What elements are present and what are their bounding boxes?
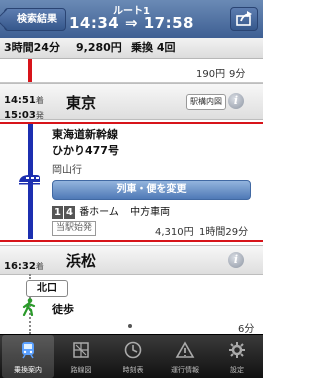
share-button[interactable] (230, 7, 258, 31)
tab-service-info[interactable]: 運行情報 (159, 335, 211, 378)
walk-time: 6分 (238, 324, 255, 335)
service-info-icon (175, 341, 195, 358)
share-icon (236, 11, 252, 26)
train-duration: 1時間29分 (199, 227, 249, 238)
route-time-range: 14:34 ⇒ 17:58 (68, 14, 194, 32)
transfer-count: 乗換 4回 (131, 41, 176, 54)
car-position: 中方車両 (130, 207, 171, 218)
route-map-icon (73, 342, 89, 358)
previous-segment-row: 190円 9分 (0, 59, 263, 83)
info-icon[interactable]: i (228, 252, 244, 268)
platform-suffix: 番ホーム (79, 207, 119, 218)
tab-bar: 乗換案内 路線図 時刻表 運行情報 設定 (0, 334, 263, 378)
station-name-tokyo: 東京 (66, 94, 97, 112)
page-indicator-dot (128, 324, 132, 328)
selected-segment-border-top (0, 122, 263, 124)
platform-digit-1: 1 (52, 206, 63, 219)
tab-timetable[interactable]: 時刻表 (107, 335, 159, 378)
train-destination: 岡山行 (52, 165, 82, 176)
total-duration: 3時間24分 (4, 41, 60, 54)
station-row-tokyo[interactable]: 14:51着 15:03発 東京 駅構内図 i (0, 83, 263, 121)
selected-segment-border-bottom (0, 240, 263, 242)
tab-transfer-guide[interactable]: 乗換案内 (2, 335, 54, 378)
previous-segment-time: 9分 (229, 69, 246, 80)
total-fare: 9,280円 (76, 41, 122, 54)
platform-info: 14 番ホーム 中方車両 (52, 203, 170, 219)
train-line-name: 東海道新幹線 (52, 128, 118, 141)
walk-mode-label: 徒歩 (52, 303, 74, 316)
clock-icon (124, 341, 142, 359)
tab-route-map[interactable]: 路線図 (55, 335, 107, 378)
train-name: ひかり477号 (52, 144, 119, 157)
change-train-button[interactable]: 列車・便を変更 (52, 180, 251, 200)
info-icon[interactable]: i (228, 93, 244, 109)
origin-station-tag: 当駅始発 (52, 221, 97, 236)
station-name-hamamatsu: 浜松 (66, 252, 97, 270)
platform-digit-2: 4 (64, 206, 75, 219)
train-icon (22, 342, 34, 359)
shinkansen-icon (19, 175, 40, 185)
route-summary: 3時間24分 9,280円 乗換 4回 (0, 38, 263, 59)
train-fare: 4,310円 (155, 227, 194, 238)
station-row-hamamatsu[interactable]: 16:32着 浜松 i (0, 245, 263, 275)
tab-settings[interactable]: 設定 (211, 335, 263, 378)
settings-icon (229, 342, 245, 358)
departure-time-tokyo: 15:03発 (4, 110, 44, 121)
previous-segment-fare: 190円 (196, 69, 226, 80)
exit-label: 北口 (26, 280, 68, 297)
navigation-bar: 検索結果 ルート1 14:34 ⇒ 17:58 (0, 0, 263, 39)
station-map-button[interactable]: 駅構内図 (186, 94, 226, 110)
arrival-time-hamamatsu: 16:32着 (4, 261, 44, 272)
walking-person-icon (22, 298, 36, 316)
